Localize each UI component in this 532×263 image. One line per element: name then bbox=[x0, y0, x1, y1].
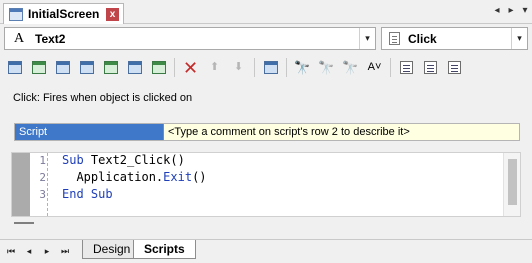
tab-scripts[interactable]: Scripts bbox=[133, 240, 196, 259]
event-selector-value: Click bbox=[408, 31, 437, 46]
script-comment-row: Script <Type a comment on script's row 2… bbox=[14, 123, 520, 141]
code-line-3[interactable]: End Sub bbox=[62, 187, 113, 201]
document-tab-bar: InitialScreen x ◂ ▸ ▾ bbox=[0, 0, 532, 24]
line-number: 2 bbox=[39, 171, 46, 184]
keyword-end: End bbox=[62, 187, 84, 201]
document-tab-title: InitialScreen bbox=[28, 7, 100, 21]
scrollbar-thumb[interactable] bbox=[508, 159, 517, 205]
tab-list-menu-icon[interactable]: ▾ bbox=[518, 5, 532, 16]
call-parens: () bbox=[192, 170, 207, 184]
goto-icon[interactable] bbox=[260, 57, 281, 78]
code-line-1[interactable]: Sub Text2_Click() bbox=[62, 153, 185, 167]
editor-margin bbox=[12, 153, 30, 216]
format-icon[interactable] bbox=[396, 57, 417, 78]
code-editor[interactable]: 1 2 3 Sub Text2_Click() Application.Exit… bbox=[11, 152, 521, 217]
code-line-2[interactable]: Application.Exit() bbox=[62, 170, 207, 184]
vertical-scrollbar[interactable] bbox=[503, 153, 520, 216]
event-selector[interactable]: Click ▾ bbox=[381, 27, 528, 50]
first-sheet-icon[interactable]: ⏮ bbox=[5, 246, 17, 257]
object-selector[interactable]: A Text2 ▾ bbox=[4, 27, 376, 50]
refresh-icon[interactable] bbox=[100, 57, 121, 78]
event-description: Click: Fires when object is clicked on bbox=[13, 92, 193, 104]
next-sheet-icon[interactable]: ▸ bbox=[41, 246, 53, 257]
tab-scroll-left-icon[interactable]: ◂ bbox=[490, 5, 504, 16]
line-number: 1 bbox=[39, 154, 46, 167]
add-event-icon[interactable] bbox=[28, 57, 49, 78]
procedure-signature: Text2_Click() bbox=[83, 153, 185, 167]
toolbar-separator bbox=[286, 58, 287, 77]
object-reference: Application. bbox=[62, 170, 164, 184]
toolbar-separator bbox=[390, 58, 391, 77]
new-script-icon[interactable] bbox=[4, 57, 25, 78]
horizontal-scroll-indicator[interactable] bbox=[14, 222, 34, 224]
object-selector-value: Text2 bbox=[35, 31, 66, 46]
move-down-icon[interactable]: ⬇ bbox=[228, 57, 249, 78]
script-name-field[interactable]: Script bbox=[15, 124, 163, 140]
screen-icon[interactable] bbox=[76, 57, 97, 78]
spellcheck-icon[interactable]: A˅ bbox=[364, 57, 385, 78]
replace-icon[interactable]: 🔭 bbox=[340, 57, 361, 78]
line-number: 3 bbox=[39, 188, 46, 201]
text-object-icon: A bbox=[13, 30, 25, 46]
last-sheet-icon[interactable]: ⏭ bbox=[59, 246, 71, 257]
keyword-sub: Sub bbox=[83, 187, 113, 201]
find-icon[interactable]: 🔭 bbox=[292, 57, 313, 78]
sync-icon[interactable] bbox=[124, 57, 145, 78]
script-toolbar: ✕ ⬆ ⬇ 🔭 🔭 🔭 A˅ bbox=[0, 54, 532, 81]
toolbar-separator bbox=[254, 58, 255, 77]
toolbar-separator bbox=[174, 58, 175, 77]
sheet-tab-bar: ⏮ ◂ ▸ ⏭ Design Scripts bbox=[0, 239, 532, 263]
screen-document-icon bbox=[9, 7, 23, 21]
run-icon[interactable] bbox=[148, 57, 169, 78]
uncomment-icon[interactable] bbox=[444, 57, 465, 78]
keyword-exit: Exit bbox=[163, 170, 193, 184]
document-tab-initialscreen[interactable]: InitialScreen x bbox=[3, 3, 124, 24]
insert-icon[interactable] bbox=[52, 57, 73, 78]
close-tab-icon[interactable]: x bbox=[106, 8, 119, 21]
delete-icon[interactable]: ✕ bbox=[180, 57, 201, 78]
line-number-gutter: 1 2 3 bbox=[30, 153, 48, 216]
chevron-down-icon[interactable]: ▾ bbox=[359, 28, 375, 49]
tab-scroll-right-icon[interactable]: ▸ bbox=[504, 5, 518, 16]
previous-sheet-icon[interactable]: ◂ bbox=[23, 246, 35, 257]
move-up-icon[interactable]: ⬆ bbox=[204, 57, 225, 78]
chevron-down-icon[interactable]: ▾ bbox=[511, 28, 527, 49]
script-comment-hint[interactable]: <Type a comment on script's row 2 to des… bbox=[163, 124, 519, 140]
comment-icon[interactable] bbox=[420, 57, 441, 78]
keyword-sub: Sub bbox=[62, 153, 84, 167]
event-document-icon bbox=[389, 32, 400, 45]
find-next-icon[interactable]: 🔭 bbox=[316, 57, 337, 78]
